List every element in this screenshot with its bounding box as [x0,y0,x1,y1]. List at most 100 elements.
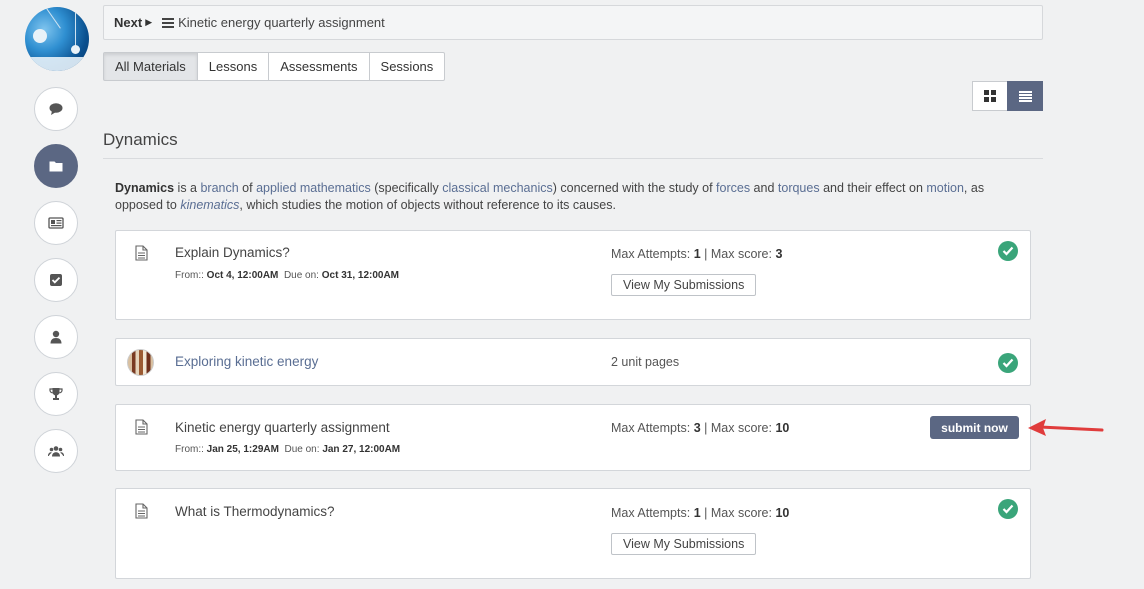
score-label: Max score: [710,421,772,435]
material-card[interactable]: Explain Dynamics? From:: Oct 4, 12:00AM … [115,230,1031,320]
separator: | [704,421,708,435]
desc-link[interactable]: kinematics [180,198,239,212]
desc-text: and [750,181,778,195]
view-submissions-button[interactable]: View My Submissions [611,274,757,296]
material-dates: From:: Jan 25, 1:29AM Due on: Jan 27, 12… [175,444,400,455]
section-divider [103,158,1043,159]
grid-icon [984,90,996,102]
from-label: From:: [175,270,204,281]
score-label: Max score: [710,247,772,261]
next-label[interactable]: Next [114,15,142,30]
separator: | [704,247,708,261]
due-date: Jan 27, 12:00AM [322,444,401,455]
material-title[interactable]: Exploring kinetic energy [175,354,318,369]
sidebar-materials-button[interactable] [34,144,78,188]
newspaper-icon [48,217,64,229]
submit-now-button[interactable]: submit now [930,416,1019,439]
document-icon [135,503,148,519]
lesson-thumbnail [127,349,154,376]
desc-link[interactable]: classical mechanics [442,181,552,195]
chat-icon [49,103,63,115]
tab-assessments[interactable]: Assessments [268,52,370,81]
avatar-decoration [33,29,47,43]
score-value: 10 [775,506,790,520]
course-avatar[interactable] [25,7,89,71]
desc-link[interactable]: motion [926,181,964,195]
attempts-label: Max Attempts: [611,247,691,261]
list-view-button[interactable] [1007,81,1043,111]
desc-link[interactable]: forces [716,181,750,195]
tab-sessions[interactable]: Sessions [368,52,446,81]
list-icon [162,17,175,28]
sidebar-achievements-button[interactable] [34,372,78,416]
sidebar-news-button[interactable] [34,201,78,245]
desc-text: of [238,181,257,195]
material-meta: Max Attempts: 1 | Max score: 3 [611,247,782,261]
trophy-icon [49,388,63,400]
completed-check-icon [998,499,1018,519]
document-icon [135,245,148,261]
arrow-annotation-icon [1028,419,1104,436]
from-label: From:: [175,444,204,455]
from-date: Jan 25, 1:29AM [206,444,279,455]
desc-text: (specifically [370,181,443,195]
desc-text: and their effect on [819,181,927,195]
checkbox-icon [50,274,62,286]
score-label: Max score: [710,506,772,520]
due-label: Due on: [283,270,319,281]
sidebar-groups-button[interactable] [34,429,78,473]
view-toggle [972,81,1043,111]
material-meta: Max Attempts: 3 | Max score: 10 [611,421,789,435]
desc-term: Dynamics [115,181,175,195]
sidebar-tasks-button[interactable] [34,258,78,302]
avatar-decoration [75,7,76,47]
avatar-decoration [25,57,89,71]
score-value: 10 [775,421,790,435]
user-icon [50,330,62,344]
avatar-decoration [71,45,80,54]
section-description: Dynamics is a branch of applied mathemat… [115,180,1035,214]
completed-check-icon [998,353,1018,373]
unit-pages-count: 2 unit pages [611,355,680,369]
sidebar-chat-button[interactable] [34,87,78,131]
list-icon [1018,90,1032,102]
completed-check-icon [998,241,1018,261]
desc-link[interactable]: branch [200,181,238,195]
score-value: 3 [775,247,783,261]
caret-right-icon: ▶ [145,17,153,27]
material-meta: Max Attempts: 1 | Max score: 10 [611,506,789,520]
next-item-title[interactable]: Kinetic energy quarterly assignment [178,15,385,30]
tab-lessons[interactable]: Lessons [196,52,270,81]
material-card[interactable]: What is Thermodynamics? Max Attempts: 1 … [115,488,1031,579]
attempts-label: Max Attempts: [611,506,691,520]
material-title[interactable]: Explain Dynamics? [175,245,290,260]
next-navigation-bar[interactable]: Next ▶ Kinetic energy quarterly assignme… [103,5,1043,40]
attempts-value: 1 [693,506,701,520]
desc-link[interactable]: applied mathematics [256,181,371,195]
attempts-value: 1 [693,247,701,261]
document-icon [135,419,148,435]
attempts-label: Max Attempts: [611,421,691,435]
tab-all-materials[interactable]: All Materials [103,52,198,81]
grid-view-button[interactable] [972,81,1008,111]
sidebar-profile-button[interactable] [34,315,78,359]
material-title[interactable]: Kinetic energy quarterly assignment [175,420,390,435]
due-date: Oct 31, 12:00AM [321,270,400,281]
material-title[interactable]: What is Thermodynamics? [175,504,335,519]
section-title: Dynamics [103,130,178,149]
desc-link[interactable]: torques [778,181,820,195]
material-card[interactable]: Kinetic energy quarterly assignment From… [115,404,1031,471]
desc-text: is a [174,181,201,195]
desc-text: ) concerned with the study of [552,181,717,195]
separator: | [704,506,708,520]
material-card[interactable]: Exploring kinetic energy 2 unit pages [115,338,1031,386]
from-date: Oct 4, 12:00AM [206,270,279,281]
material-dates: From:: Oct 4, 12:00AM Due on: Oct 31, 12… [175,270,399,281]
folder-icon [49,161,63,172]
view-submissions-button[interactable]: View My Submissions [611,533,757,555]
avatar-decoration [45,7,61,29]
due-label: Due on: [284,444,320,455]
material-filter-tabs: All Materials Lessons Assessments Sessio… [103,52,446,81]
attempts-value: 3 [693,421,701,435]
desc-text: , which studies the motion of objects wi… [239,198,616,212]
